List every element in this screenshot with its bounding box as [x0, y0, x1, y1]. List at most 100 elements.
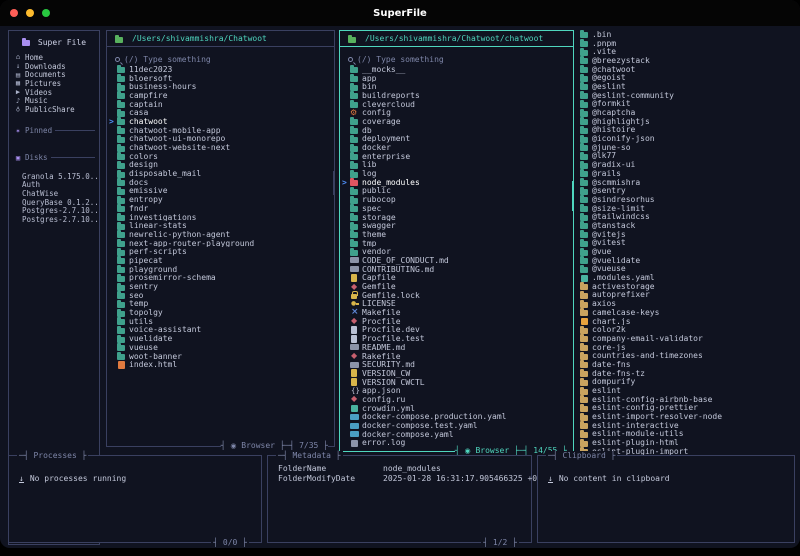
file-row[interactable]: chatwoot-ui-monorepo [107, 135, 334, 143]
preview-file-row[interactable]: .vite [578, 47, 796, 56]
preview-file-row[interactable]: core-js [578, 343, 796, 351]
scrollbar-thumb[interactable] [572, 181, 574, 211]
file-row[interactable]: LICENSE [340, 300, 573, 309]
file-row[interactable]: buildreports [340, 91, 573, 100]
preview-file-row[interactable]: date-fns-tz [578, 369, 796, 378]
preview-file-row[interactable]: camelcase-keys [578, 308, 796, 317]
file-row[interactable]: README.md [340, 343, 573, 352]
preview-file-row[interactable]: axios [578, 299, 796, 308]
file-row[interactable]: Gemfile.lock [340, 291, 573, 300]
file-row[interactable]: > chatwoot [107, 117, 334, 126]
preview-file-row[interactable]: eslint-config-prettier [578, 404, 796, 412]
sidebar-item[interactable]: ♁ PublicShare [9, 105, 99, 114]
scrollbar-thumb[interactable] [333, 171, 335, 195]
sidebar-item[interactable]: ▤ Documents [9, 70, 99, 79]
file-row[interactable]: 11dec2023 [107, 65, 334, 74]
path-bar[interactable]: /Users/shivammishra/Chatwoot [107, 31, 334, 47]
file-row[interactable]: business-hours [107, 82, 334, 91]
file-row[interactable]: emissive [107, 187, 334, 195]
file-row[interactable]: topolgy [107, 308, 334, 317]
file-row[interactable]: voice-assistant [107, 326, 334, 334]
preview-file-row[interactable]: @vue [578, 247, 796, 256]
file-row[interactable]: clevercloud [340, 100, 573, 108]
preview-file-row[interactable]: date-fns [578, 360, 796, 369]
close-window-button[interactable] [10, 9, 18, 17]
file-row[interactable]: vuelidate [107, 334, 334, 343]
file-row[interactable]: theme [340, 230, 573, 239]
file-row[interactable]: Rakefile [340, 352, 573, 361]
file-row[interactable]: index.html [107, 360, 334, 369]
file-row[interactable]: bloersoft [107, 74, 334, 82]
file-row[interactable]: docker-compose.production.yaml [340, 413, 573, 421]
minimize-window-button[interactable] [26, 9, 34, 17]
preview-file-row[interactable]: activestorage [578, 282, 796, 291]
preview-file-row[interactable]: autoprefixer [578, 291, 796, 299]
file-row[interactable]: storage [340, 213, 573, 221]
preview-file-row[interactable]: @breezystack [578, 56, 796, 65]
file-row[interactable]: bin [340, 82, 573, 91]
preview-file-row[interactable]: @rails [578, 169, 796, 178]
sidebar-item[interactable]: ▦ Pictures [9, 79, 99, 88]
file-row[interactable]: config.ru [340, 395, 573, 404]
search-bar[interactable]: (/) Type something [107, 53, 334, 65]
sidebar-item[interactable]: ↓ Downloads [9, 62, 99, 71]
file-row[interactable]: Capfile [340, 274, 573, 282]
sidebar-item[interactable]: ▶ Videos [9, 88, 99, 97]
preview-file-row[interactable]: @eslint [578, 82, 796, 91]
preview-file-row[interactable]: .pnpm [578, 39, 796, 47]
file-row[interactable]: docs [107, 178, 334, 187]
file-row[interactable]: config [340, 108, 573, 117]
file-row[interactable]: disposable_mail [107, 169, 334, 178]
preview-file-row[interactable]: eslint [578, 386, 796, 395]
file-row[interactable]: docker-compose.test.yaml [340, 421, 573, 430]
preview-file-row[interactable]: eslint-import-resolver-node [578, 412, 796, 421]
file-row[interactable]: temp [107, 300, 334, 308]
preview-file-row[interactable]: @formkit [578, 100, 796, 108]
preview-file-row[interactable]: @vuelidate [578, 256, 796, 265]
preview-file-row[interactable]: @sindresorhus [578, 195, 796, 204]
preview-file-row[interactable]: countries-and-timezones [578, 351, 796, 360]
file-row[interactable]: Makefile [340, 308, 573, 317]
file-row[interactable]: seo [107, 291, 334, 300]
file-row[interactable]: > node_modules [340, 178, 573, 187]
zoom-window-button[interactable] [42, 9, 50, 17]
file-row[interactable]: Procfile [340, 317, 573, 326]
file-row[interactable]: fndr [107, 204, 334, 213]
preview-file-row[interactable]: .bin [578, 30, 796, 39]
file-row[interactable]: lib [340, 161, 573, 169]
path-bar[interactable]: /Users/shivammishra/Chatwoot/chatwoot [340, 31, 573, 47]
file-row[interactable]: rubocop [340, 195, 573, 204]
file-row[interactable]: coverage [340, 117, 573, 126]
file-row[interactable]: spec [340, 204, 573, 213]
file-row[interactable]: perf-scripts [107, 247, 334, 256]
preview-file-row[interactable]: @tailwindcss [578, 212, 796, 221]
preview-file-row[interactable]: @vueuse [578, 265, 796, 273]
file-row[interactable]: CODE_OF_CONDUCT.md [340, 256, 573, 265]
file-row[interactable]: vueuse [107, 343, 334, 352]
file-row[interactable]: newrelic-python-agent [107, 230, 334, 239]
file-row[interactable]: design [107, 161, 334, 169]
sidebar-item[interactable]: ⌂ Home [9, 53, 99, 62]
disk-item[interactable]: Postgres-2.7.10... [9, 207, 99, 216]
search-bar[interactable]: (/) Type something [340, 53, 573, 65]
file-row[interactable]: docker-compose.yaml [340, 430, 573, 439]
file-row[interactable]: VERSION_CW [340, 369, 573, 378]
preview-file-row[interactable]: eslint-config-airbnb-base [578, 395, 796, 404]
file-row[interactable]: captain [107, 100, 334, 108]
file-row[interactable]: casa [107, 108, 334, 117]
file-row[interactable]: __mocks__ [340, 65, 573, 74]
file-row[interactable]: crowdin.yml [340, 404, 573, 413]
preview-file-row[interactable]: eslint-interactive [578, 421, 796, 430]
file-row[interactable]: next-app-router-playground [107, 239, 334, 247]
preview-file-row[interactable]: @eslint-community [578, 91, 796, 100]
file-row[interactable]: colors [107, 152, 334, 161]
file-row[interactable]: woot-banner [107, 352, 334, 360]
preview-file-row[interactable]: color2k [578, 325, 796, 334]
file-row[interactable]: playground [107, 265, 334, 274]
preview-file-row[interactable]: @egoist [578, 73, 796, 82]
disk-item[interactable]: ChatWise [9, 189, 99, 198]
preview-file-row[interactable]: company-email-validator [578, 334, 796, 343]
preview-file-row[interactable]: @scmmishra [578, 178, 796, 186]
file-row[interactable]: Procfile.dev [340, 326, 573, 334]
file-row[interactable]: utils [107, 317, 334, 326]
